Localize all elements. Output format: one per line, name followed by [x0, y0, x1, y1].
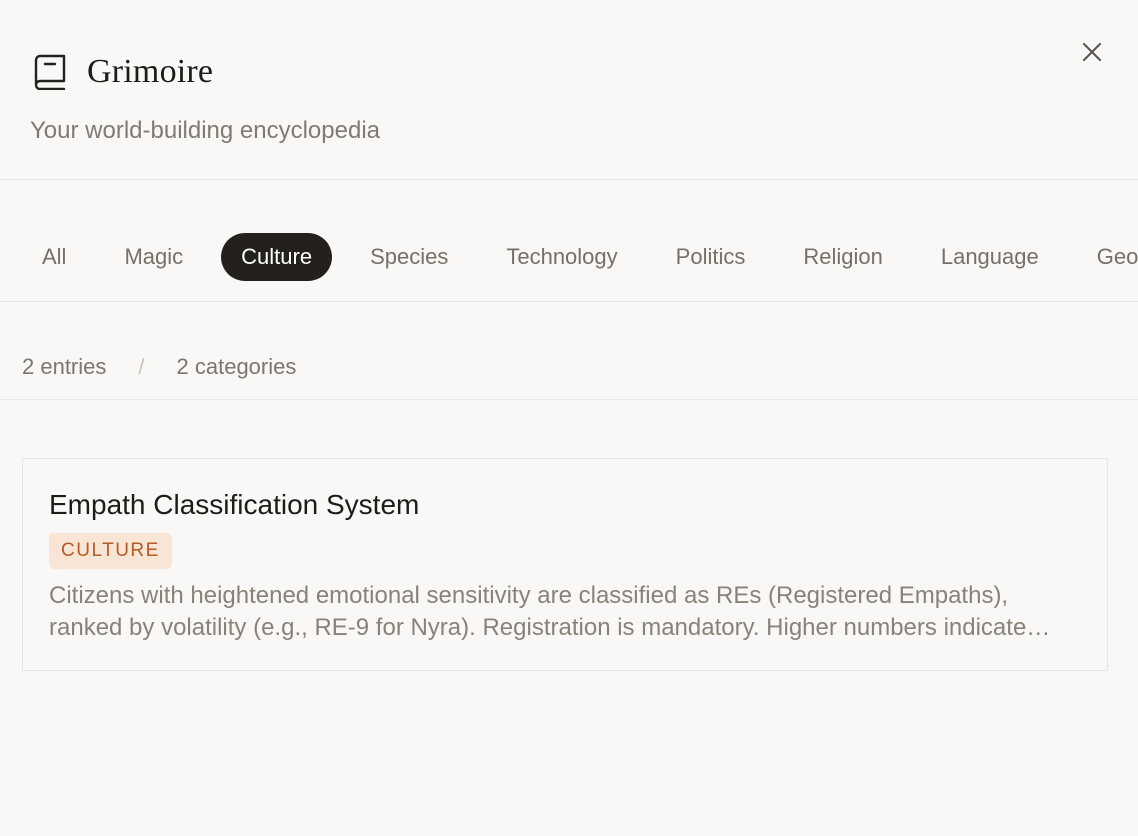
- tab-politics[interactable]: Politics: [656, 233, 766, 281]
- category-tabs: All Magic Culture Species Technology Pol…: [0, 180, 1138, 302]
- close-icon: [1083, 43, 1101, 61]
- entry-card[interactable]: Empath Classification System CULTURE Cit…: [22, 458, 1108, 671]
- app-title: Grimoire: [87, 53, 214, 90]
- tab-species[interactable]: Species: [350, 233, 468, 281]
- entry-count: 2 entries: [22, 354, 107, 379]
- tab-geography[interactable]: Geography: [1077, 233, 1138, 281]
- close-button[interactable]: [1080, 40, 1104, 64]
- tab-list: All Magic Culture Species Technology Pol…: [22, 233, 1138, 281]
- stats-summary: 2 entries / 2 categories: [22, 352, 296, 382]
- category-badge: CULTURE: [49, 533, 172, 569]
- tab-technology[interactable]: Technology: [486, 233, 637, 281]
- entry-description: Citizens with heightened emotional sensi…: [49, 582, 1027, 641]
- category-count: 2 categories: [176, 354, 297, 379]
- tab-culture[interactable]: Culture: [221, 233, 333, 281]
- stats-separator: /: [138, 354, 145, 379]
- tab-language[interactable]: Language: [921, 233, 1059, 281]
- grimoire-panel: Grimoire Your world-building encyclopedi…: [0, 0, 1138, 836]
- app-subtitle: Your world-building encyclopedia: [30, 117, 381, 144]
- tab-religion[interactable]: Religion: [783, 233, 903, 281]
- entry-title: Empath Classification System: [49, 489, 420, 520]
- brand: Grimoire: [33, 52, 213, 92]
- book-icon: [33, 54, 67, 91]
- panel-header: Grimoire Your world-building encyclopedi…: [0, 0, 1138, 180]
- tab-all[interactable]: All: [22, 233, 86, 281]
- stats-bar: 2 entries / 2 categories: [0, 302, 1138, 400]
- tab-magic[interactable]: Magic: [104, 233, 203, 281]
